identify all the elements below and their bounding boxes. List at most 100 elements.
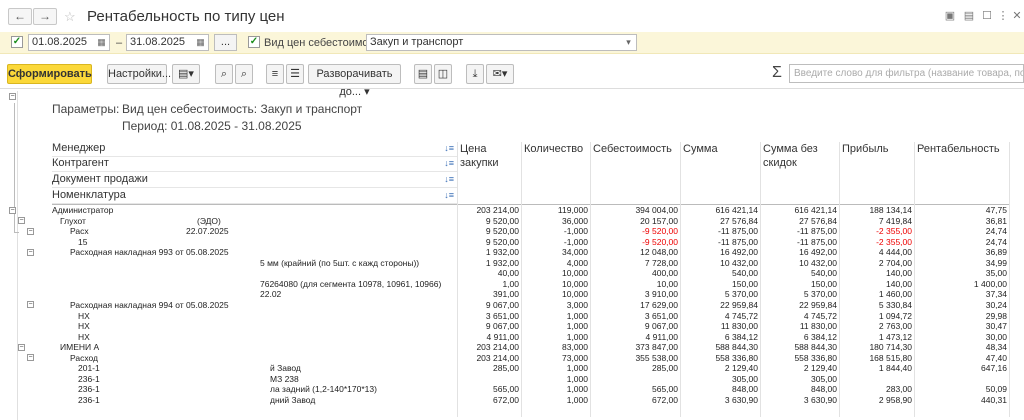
- cell-price: 203 214,00: [476, 352, 519, 363]
- export-icon[interactable]: ⤓: [466, 64, 484, 84]
- settings-button[interactable]: Настройки...: [107, 64, 171, 84]
- sort-arrows-icon[interactable]: ↓≡: [444, 190, 454, 200]
- cost-type-select[interactable]: Закуп и транспорт ▾: [366, 34, 637, 51]
- col-header-price[interactable]: Цена закупки: [457, 142, 521, 204]
- print-icon[interactable]: ▤: [414, 64, 432, 84]
- chevron-down-icon[interactable]: ▾: [622, 36, 635, 49]
- table-row[interactable]: Расходная накладная 994 от 05.08.2025 9 0…: [0, 300, 1024, 311]
- cell-profit: 1 460,00: [878, 289, 912, 300]
- cell-profit: 180 714,30: [869, 342, 912, 353]
- group-header-counterparty: Контрагент ↓≡: [52, 157, 457, 172]
- sort-icon[interactable]: ≡: [266, 64, 284, 84]
- collapse-icon[interactable]: −: [27, 227, 34, 235]
- cell-profit: 140,00: [886, 268, 912, 279]
- table-row[interactable]: 201-1 285,00 1,000 285,00 2 129,40 2 129,40 1 …: [0, 363, 1024, 374]
- cell-price: 9 067,00: [485, 321, 519, 332]
- search-icon[interactable]: ⌕: [215, 64, 233, 84]
- group-header-manager: Менеджер ↓≡: [52, 142, 457, 157]
- date-from-field[interactable]: 01.08.2025 ▦: [28, 34, 110, 51]
- col-header-qty[interactable]: Количество: [521, 142, 590, 204]
- row-name: Глухот: [60, 215, 86, 226]
- table-row[interactable]: 40,00 10,000 400,00 540,00 540,00 140,00 35,00: [0, 268, 1024, 279]
- collapse-icon[interactable]: −: [27, 354, 34, 362]
- cell-sum_nd: 3 630,90: [803, 394, 837, 405]
- cell-margin: 30,24: [985, 299, 1007, 310]
- row-name-suffix: й Завод: [270, 363, 301, 374]
- sort-arrows-icon[interactable]: ↓≡: [444, 143, 454, 153]
- link-icon[interactable]: ☐: [980, 9, 994, 23]
- table-row[interactable]: 236-1 672,00 1,000 672,00 3 630,90 3 630,90 2 …: [0, 395, 1024, 406]
- table-row[interactable]: НХ 3 651,00 1,000 3 651,00 4 745,72 4 745,72 1…: [0, 311, 1024, 322]
- close-icon[interactable]: ✕: [1010, 9, 1024, 23]
- sort-arrows-icon[interactable]: ↓≡: [444, 174, 454, 184]
- cell-sum: 3 630,90: [724, 394, 758, 405]
- table-row[interactable]: 76264080 (для сегмента 10978, 10961, 109…: [0, 279, 1024, 290]
- collapse-icon[interactable]: −: [18, 343, 25, 351]
- table-row[interactable]: ИМЕНИ А 203 214,00 83,000 373 847,00 588 844…: [0, 342, 1024, 353]
- table-row[interactable]: Расходная накладная 993 от 05.08.2025 1 9…: [0, 247, 1024, 258]
- col-header-sum[interactable]: Сумма: [680, 142, 760, 204]
- search-next-icon[interactable]: ⌕: [235, 64, 253, 84]
- collapse-icon[interactable]: −: [27, 248, 34, 256]
- filter-search-input[interactable]: Введите слово для фильтра (название това…: [789, 64, 1024, 83]
- print-icon[interactable]: ▤: [962, 9, 976, 23]
- back-arrow-icon[interactable]: ←: [8, 8, 32, 25]
- table-row[interactable]: 5 мм (крайний (по 5шт. с кажд стороны)) 1…: [0, 258, 1024, 269]
- table-row[interactable]: Расх 9 520,00 -1,000 -9 520,00 -11 875,00 -11…: [0, 226, 1024, 237]
- generate-button[interactable]: Сформировать: [7, 64, 92, 84]
- table-row[interactable]: Глухот 9 520,00 36,000 20 157,00 27 576,84 27…: [0, 216, 1024, 227]
- cell-sum_nd: 2 129,40: [803, 363, 837, 374]
- cell-sum: 616 421,14: [715, 205, 758, 215]
- table-row[interactable]: 236-1 1,000 305,00 305,00: [0, 374, 1024, 385]
- calendar-icon[interactable]: ▦: [95, 36, 108, 49]
- variant-dropdown-icon[interactable]: ▤▾: [172, 64, 200, 84]
- collapse-icon[interactable]: −: [9, 93, 16, 100]
- preview-icon[interactable]: ◫: [434, 64, 452, 84]
- cell-margin: 36,81: [985, 215, 1007, 226]
- cell-profit: 1 094,72: [878, 310, 912, 321]
- table-row[interactable]: Администратор 203 214,00 119,000 394 004,00…: [0, 205, 1024, 216]
- cell-cost: 17 629,00: [640, 299, 678, 310]
- col-header-profit[interactable]: Прибыль: [839, 142, 914, 204]
- cell-margin: 647,16: [981, 363, 1007, 374]
- cell-margin: 29,98: [985, 310, 1007, 321]
- table-row[interactable]: НХ 9 067,00 1,000 9 067,00 11 830,00 11 830,0…: [0, 321, 1024, 332]
- forward-arrow-icon[interactable]: →: [33, 8, 57, 25]
- cell-margin: 24,74: [985, 226, 1007, 237]
- cell-sum: 150,00: [732, 278, 758, 289]
- email-icon[interactable]: ✉▾: [486, 64, 514, 84]
- table-row[interactable]: 236-1 565,00 1,000 565,00 848,00 848,00 283,00…: [0, 384, 1024, 395]
- cell-price: 391,00: [493, 289, 519, 300]
- table-row[interactable]: Расход 203 214,00 73,000 355 538,00 558 336,…: [0, 353, 1024, 364]
- table-row[interactable]: 22.02 391,00 10,000 3 910,00 5 370,00 5 370,0…: [0, 289, 1024, 300]
- cell-margin: 47,40: [985, 352, 1007, 363]
- col-header-sum-no-discount[interactable]: Сумма без скидок: [760, 142, 839, 204]
- row-name: Администратор: [52, 205, 114, 215]
- sort-arrows-icon[interactable]: ↓≡: [444, 158, 454, 168]
- calendar-icon[interactable]: ▦: [194, 36, 207, 49]
- cell-price: 203 214,00: [476, 342, 519, 353]
- expand-to-dropdown[interactable]: Разворачивать до... ▾: [308, 64, 401, 98]
- cell-qty: 36,000: [562, 215, 588, 226]
- period-checkbox[interactable]: ✓: [11, 36, 23, 48]
- collapse-icon[interactable]: −: [27, 301, 34, 309]
- cost-type-checkbox[interactable]: ✓: [248, 36, 260, 48]
- cell-price: 9 520,00: [485, 226, 519, 237]
- table-row[interactable]: 15 9 520,00 -1,000 -9 520,00 -11 875,00 -11 8…: [0, 237, 1024, 248]
- cell-margin: 50,09: [985, 384, 1007, 395]
- more-menu-icon[interactable]: ⋮: [996, 9, 1010, 23]
- group-icon[interactable]: ☰: [286, 64, 304, 84]
- favorite-star-icon[interactable]: ☆: [64, 9, 76, 25]
- collapse-icon[interactable]: −: [18, 217, 25, 225]
- col-header-margin[interactable]: Рентабельность: [914, 142, 1009, 204]
- period-select-button[interactable]: ...: [214, 34, 237, 51]
- cell-sum: -11 875,00: [717, 226, 758, 237]
- sum-icon[interactable]: Σ: [772, 64, 782, 82]
- date-to-field[interactable]: 31.08.2025 ▦: [126, 34, 209, 51]
- col-header-cost[interactable]: Себестоимость: [590, 142, 680, 204]
- row-name: ИМЕНИ А: [60, 342, 100, 353]
- cell-cost: 10,00: [656, 278, 678, 289]
- collapse-icon[interactable]: −: [9, 206, 16, 214]
- save-icon[interactable]: ▣: [943, 9, 957, 23]
- table-row[interactable]: НХ 4 911,00 1,000 4 911,00 6 384,12 6 384,12 1…: [0, 332, 1024, 343]
